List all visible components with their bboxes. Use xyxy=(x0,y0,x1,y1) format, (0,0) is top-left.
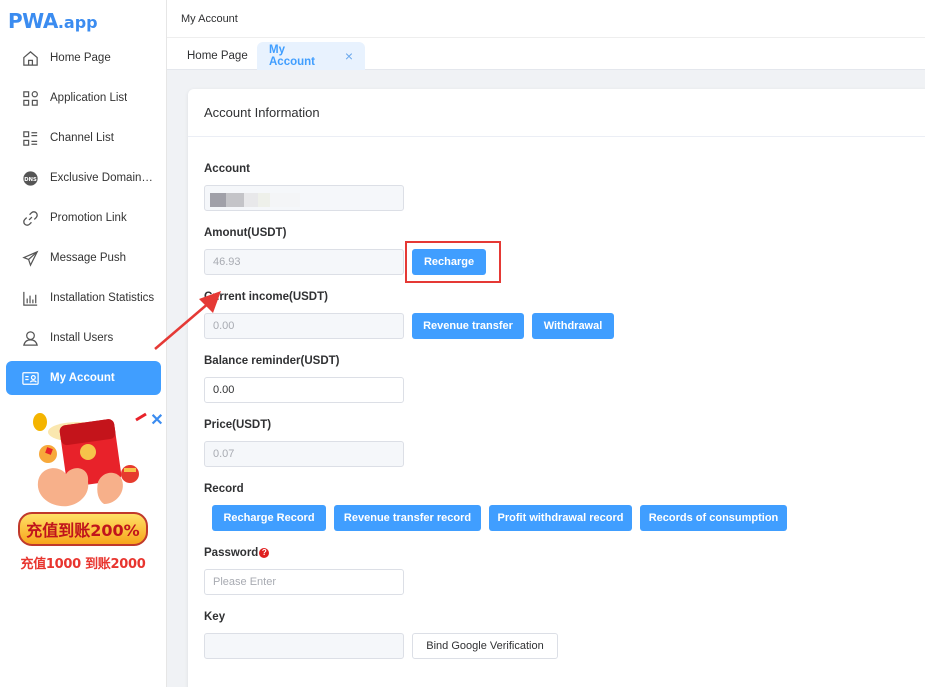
sidebar-item-label: My Account xyxy=(50,372,115,384)
sidebar-item-label: Application List xyxy=(50,92,128,104)
profit-withdrawal-record-button[interactable]: Profit withdrawal record xyxy=(489,505,632,531)
current-income-field: 0.00 xyxy=(204,313,404,339)
redacted-block xyxy=(244,193,258,207)
logo[interactable]: PWA .app xyxy=(8,8,98,34)
sidebar-item-my-account[interactable]: My Account xyxy=(6,361,161,395)
channel-list-icon xyxy=(20,128,40,148)
price-field: 0.07 xyxy=(204,441,404,467)
tab-label: My Account xyxy=(269,44,315,68)
promo-close-icon[interactable]: ✕ xyxy=(150,413,164,429)
revenue-transfer-record-button[interactable]: Revenue transfer record xyxy=(334,505,481,531)
promo-subline: 充值1000 到账2000 xyxy=(20,557,146,572)
redacted-block xyxy=(210,193,226,207)
account-information-card: Account Information Account Amonut(USDT)… xyxy=(188,89,925,687)
red-envelope-gift-illustration xyxy=(33,412,147,507)
password-label: Password? xyxy=(204,547,270,559)
apps-grid-icon xyxy=(20,88,40,108)
amount-field: 46.93 xyxy=(204,249,404,275)
sidebar-item-application-list[interactable]: Application List xyxy=(6,81,161,115)
password-label-text: Password xyxy=(204,547,259,559)
account-field xyxy=(204,185,404,211)
tab-label: Home Page xyxy=(187,50,248,62)
sidebar: PWA .app Home Page Application List Chan… xyxy=(0,0,167,687)
record-label: Record xyxy=(204,483,244,495)
redacted-block xyxy=(270,193,300,207)
highlight-box xyxy=(405,241,501,283)
balance-reminder-input[interactable]: 0.00 xyxy=(204,377,404,403)
logo-main-text: PWA xyxy=(8,9,58,33)
card-title: Account Information xyxy=(188,89,925,137)
account-label: Account xyxy=(204,163,250,175)
redacted-block xyxy=(258,193,270,207)
svg-text:DNS: DNS xyxy=(24,176,37,182)
key-label: Key xyxy=(204,611,226,623)
link-icon xyxy=(20,208,40,228)
sidebar-item-label: Installation Statistics xyxy=(50,292,155,304)
sidebar-item-message-push[interactable]: Message Push xyxy=(6,241,161,275)
tab-close-icon[interactable]: × xyxy=(345,48,353,64)
sidebar-item-install-users[interactable]: Install Users xyxy=(6,321,161,355)
amount-label: Amonut(USDT) xyxy=(204,227,287,239)
key-field xyxy=(204,633,404,659)
dns-globe-icon: DNS xyxy=(20,168,40,188)
bar-chart-icon xyxy=(20,288,40,308)
bind-google-verification-button[interactable]: Bind Google Verification xyxy=(412,633,558,659)
tab-my-account[interactable]: My Account × xyxy=(257,42,365,70)
sidebar-item-exclusive-domain[interactable]: DNS Exclusive Domain Name xyxy=(6,161,161,195)
sidebar-item-label: Install Users xyxy=(50,332,114,344)
price-label: Price(USDT) xyxy=(204,419,272,431)
logo-suffix-text: .app xyxy=(57,13,98,32)
sidebar-item-home-page[interactable]: Home Page xyxy=(6,41,161,75)
sidebar-item-label: Home Page xyxy=(50,52,111,64)
password-input[interactable]: Please Enter xyxy=(204,569,404,595)
redacted-block xyxy=(226,193,244,207)
tabs-bar: Home Page My Account × xyxy=(167,38,925,70)
records-of-consumption-button[interactable]: Records of consumption xyxy=(640,505,787,531)
tab-home-page[interactable]: Home Page xyxy=(175,42,260,70)
revenue-transfer-button[interactable]: Revenue transfer xyxy=(412,313,524,339)
sidebar-item-label: Channel List xyxy=(50,132,114,144)
sidebar-item-label: Exclusive Domain Name xyxy=(50,172,155,184)
promo-banner[interactable]: ✕ 充值到账200% 充值1000 到账2000 xyxy=(14,412,166,582)
withdrawal-button[interactable]: Withdrawal xyxy=(532,313,614,339)
sidebar-item-promotion-link[interactable]: Promotion Link xyxy=(6,201,161,235)
sidebar-item-installation-statistics[interactable]: Installation Statistics xyxy=(6,281,161,315)
sidebar-nav: Home Page Application List Channel List … xyxy=(6,41,161,401)
help-question-icon[interactable]: ? xyxy=(259,548,270,558)
sidebar-item-channel-list[interactable]: Channel List xyxy=(6,121,161,155)
sidebar-item-label: Message Push xyxy=(50,252,127,264)
sidebar-item-label: Promotion Link xyxy=(50,212,127,224)
account-card-icon xyxy=(20,368,40,388)
top-header: My Account xyxy=(167,0,925,38)
paper-plane-icon xyxy=(20,248,40,268)
balance-reminder-label: Balance reminder(USDT) xyxy=(204,355,340,367)
recharge-record-button[interactable]: Recharge Record xyxy=(212,505,326,531)
breadcrumb: My Account xyxy=(181,13,238,25)
current-income-label: Current income(USDT) xyxy=(204,291,328,303)
user-icon xyxy=(20,328,40,348)
home-icon xyxy=(20,48,40,68)
promo-headline: 充值到账200% xyxy=(18,512,148,546)
